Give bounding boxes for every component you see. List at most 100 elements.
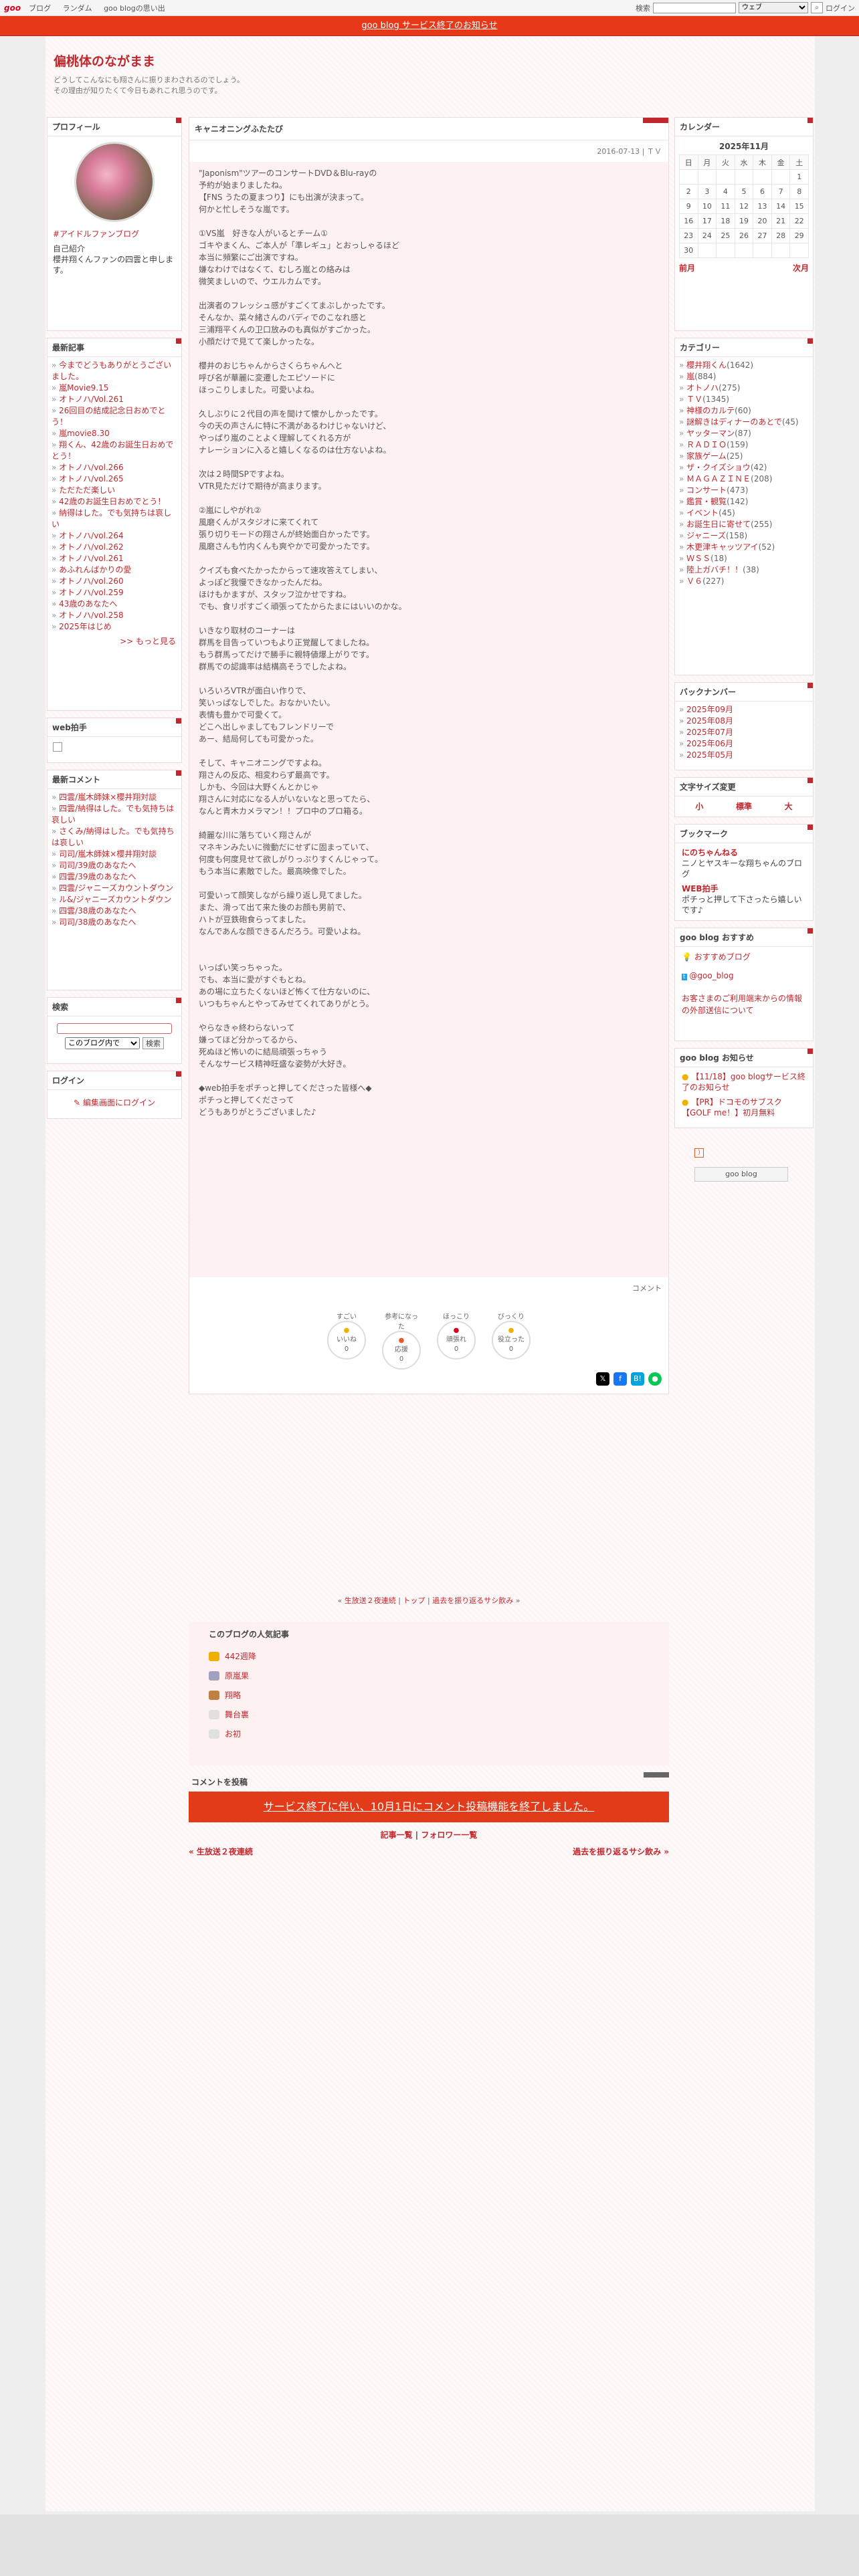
nav-memories[interactable]: goo blogの思い出 [104, 4, 165, 13]
blog-search-scope[interactable]: このブログ内で [65, 1037, 140, 1049]
comment-link[interactable]: 司司/嵐木師妹×櫻井翔対談 [52, 849, 177, 860]
comment-link[interactable]: 四雲/納得はした。でも気持ちは哀しい [52, 803, 177, 826]
category-name[interactable]: 謎解きはディナーのあとで [686, 417, 782, 427]
category-name[interactable]: ＴＶ [686, 395, 702, 404]
category-name[interactable]: オトノハ [686, 383, 719, 393]
backnumber-link[interactable]: 2025年07月 [679, 727, 809, 738]
external-info-link[interactable]: お客さまのご利用端末からの情報の外部送信について [682, 992, 806, 1016]
category-item[interactable]: ヤッターマン(87) [679, 428, 809, 439]
category-name[interactable]: ジャニーズ [686, 531, 726, 540]
popular-post-item[interactable]: 442週降 [189, 1646, 669, 1666]
calendar-prev[interactable]: 前月 [679, 262, 695, 274]
recent-post-link[interactable]: 42歳のお誕生日おめでとう！ [52, 496, 177, 508]
category-item[interactable]: 神様のカルテ(60) [679, 405, 809, 417]
comment-link[interactable]: 四雲/39歳のあなたへ [52, 871, 177, 883]
entry-title[interactable]: キャニオニングふたたび [189, 118, 668, 140]
search-scope-select[interactable]: ウェブ [739, 2, 808, 13]
login-link[interactable]: ログイン [826, 3, 855, 13]
category-name[interactable]: 陸上ガバチ！！ [686, 565, 743, 574]
comment-link[interactable]: 四雲/嵐木師妹×櫻井翔対談 [52, 792, 177, 803]
comment-closed-banner[interactable]: サービス終了に伴い、10月1日にコメント投稿機能を終了しました。 [189, 1792, 669, 1822]
comment-link[interactable]: コメント [189, 1277, 668, 1299]
search-icon[interactable]: ⌕ [811, 2, 823, 13]
calendar-next[interactable]: 次月 [793, 262, 809, 274]
category-item[interactable]: コンサート(473) [679, 485, 809, 496]
nav-random[interactable]: ランダム [63, 4, 92, 13]
more-link[interactable]: >> もっと見る [47, 635, 181, 647]
hatena-share-icon[interactable]: B! [631, 1372, 644, 1386]
reaction-button[interactable]: びっくり ● 役立った 0 [492, 1311, 531, 1370]
category-item[interactable]: 木更津キャッツアイ(52) [679, 542, 809, 553]
category-name[interactable]: ＭＡＧＡＺＩＮＥ [686, 474, 751, 484]
category-name[interactable]: 神様のカルテ [686, 406, 735, 415]
popular-post-link[interactable]: お初 [225, 1728, 241, 1739]
bookmark-a-link[interactable]: にのちゃんねる [682, 847, 806, 858]
x-share-icon[interactable]: 𝕏 [596, 1372, 609, 1386]
comment-link[interactable]: さくみ/納得はした。でも気持ちは哀しい [52, 826, 177, 849]
reaction-circle[interactable]: ● いいね 0 [327, 1321, 366, 1360]
backnumber-link[interactable]: 2025年06月 [679, 738, 809, 750]
category-item[interactable]: イベント(45) [679, 508, 809, 519]
recent-post-link[interactable]: 納得はした。でも気持ちは哀しい [52, 508, 177, 530]
bookmark-b-link[interactable]: WEB拍手 [682, 883, 806, 894]
facebook-share-icon[interactable]: f [613, 1372, 627, 1386]
reaction-button[interactable]: すごい ● いいね 0 [327, 1311, 366, 1370]
category-name[interactable]: お誕生日に寄せて [686, 520, 751, 529]
category-name[interactable]: ＲＡＤＩＯ [686, 440, 727, 449]
category-name[interactable]: 鑑賞・観覧 [686, 497, 727, 506]
category-item[interactable]: 家族ゲーム(25) [679, 451, 809, 462]
category-item[interactable]: 陸上ガバチ！！(38) [679, 564, 809, 576]
recent-post-link[interactable]: あふれんばかりの愛 [52, 564, 177, 576]
comment-link[interactable]: 四雲/ジャニーズカウントダウン [52, 883, 177, 894]
category-item[interactable]: ＴＶ(1345) [679, 394, 809, 405]
reaction-button[interactable]: 参考になった ● 応援 0 [382, 1311, 421, 1370]
line-share-icon[interactable]: ● [648, 1372, 662, 1386]
nav-blog[interactable]: ブログ [29, 4, 51, 13]
rss-icon[interactable]: ) [694, 1148, 704, 1158]
font-small-button[interactable]: 小 [695, 800, 703, 812]
profile-tag[interactable]: #アイドルファンブログ [53, 229, 176, 239]
twitter-link[interactable]: @goo_blog [689, 971, 733, 980]
category-name[interactable]: イベント [686, 508, 719, 518]
category-item[interactable]: 嵐(884) [679, 371, 809, 383]
popular-post-item[interactable]: 翔略 [189, 1685, 669, 1705]
reaction-circle[interactable]: ● 役立った 0 [492, 1321, 531, 1360]
recent-post-link[interactable]: オトノハ/vol.261 [52, 553, 177, 564]
category-name[interactable]: コンサート [686, 486, 727, 495]
recent-post-link[interactable]: オトノハ/vol.266 [52, 462, 177, 473]
popular-post-link[interactable]: 翔略 [225, 1689, 241, 1701]
category-item[interactable]: ＷＳＳ(18) [679, 553, 809, 564]
popular-post-item[interactable]: お初 [189, 1724, 669, 1743]
category-item[interactable]: 鑑賞・観覧(142) [679, 496, 809, 508]
popular-post-link[interactable]: 442週降 [225, 1650, 256, 1662]
recent-post-link[interactable]: 嵐movie8.30 [52, 428, 177, 439]
reaction-circle[interactable]: ● 頑張れ 0 [437, 1321, 476, 1360]
news-item[interactable]: 【11/18】goo blogサービス終了のお知らせ [682, 1072, 805, 1092]
prev-entry-link[interactable]: 生放送２夜連続 [345, 1596, 396, 1605]
recent-post-link[interactable]: オトノハ/vol.262 [52, 542, 177, 553]
backnumber-link[interactable]: 2025年09月 [679, 704, 809, 716]
comment-link[interactable]: 四雲/38歳のあなたへ [52, 905, 177, 917]
recommend-blog-link[interactable]: おすすめブログ [694, 952, 751, 962]
category-name[interactable]: ヤッターマン [686, 429, 735, 438]
service-end-link[interactable]: goo blog サービス終了のお知らせ [361, 21, 497, 31]
recent-post-link[interactable]: 43歳のあなたへ [52, 599, 177, 610]
category-name[interactable]: 家族ゲーム [686, 451, 727, 461]
recent-post-link[interactable]: 26回目の結成記念日おめでとう！ [52, 405, 177, 428]
web-clap-image-icon[interactable] [53, 742, 62, 752]
top-link[interactable]: トップ [403, 1596, 425, 1605]
recent-post-link[interactable]: 翔くん、42歳のお誕生日おめでとう！ [52, 439, 177, 462]
follower-list-link[interactable]: フォロワー一覧 [421, 1830, 477, 1840]
recent-post-link[interactable]: 2025年はじめ [52, 621, 177, 633]
popular-post-link[interactable]: 舞台裏 [225, 1709, 249, 1720]
pager-prev[interactable]: « 生放送２夜連続 [189, 1846, 253, 1857]
reaction-circle[interactable]: ● 応援 0 [382, 1331, 421, 1370]
reaction-button[interactable]: ほっこり ● 頑張れ 0 [437, 1311, 476, 1370]
recent-post-link[interactable]: オトノハ/vol.258 [52, 610, 177, 621]
category-item[interactable]: ＭＡＧＡＺＩＮＥ(208) [679, 473, 809, 485]
popular-post-item[interactable]: 原嵐果 [189, 1666, 669, 1685]
comment-link[interactable]: ル&/ジャニーズカウントダウン [52, 894, 177, 905]
category-name[interactable]: ＷＳＳ [686, 554, 710, 563]
category-name[interactable]: Ｖ６ [686, 576, 702, 586]
popular-post-link[interactable]: 原嵐果 [225, 1670, 249, 1681]
